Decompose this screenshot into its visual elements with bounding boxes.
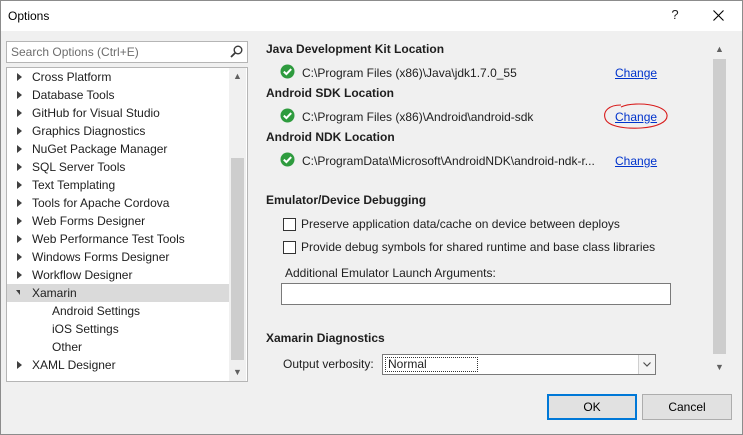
sdk-path: C:\Program Files (x86)\Android\android-s… (302, 110, 534, 124)
tree-item-label: XAML Designer (32, 358, 116, 372)
tree-item-label: Windows Forms Designer (32, 250, 170, 264)
tree-item-label: Text Templating (32, 178, 116, 192)
collapsed-arrow-icon[interactable] (17, 163, 22, 171)
collapsed-arrow-icon[interactable] (17, 199, 22, 207)
tree-item[interactable]: Text Templating (7, 176, 229, 194)
jdk-path: C:\Program Files (x86)\Java\jdk1.7.0_55 (302, 66, 517, 80)
check-circle-icon (280, 152, 295, 167)
tree-item-label: Other (52, 340, 83, 354)
tree-item-label: NuGet Package Manager (32, 142, 168, 156)
tree-item-label: Web Forms Designer (32, 214, 146, 228)
verbosity-value: Normal (385, 357, 478, 372)
tree-item-label: SQL Server Tools (32, 160, 126, 174)
emulator-args-label: Additional Emulator Launch Arguments: (285, 266, 496, 280)
ok-button[interactable]: OK (547, 394, 637, 420)
tree-item[interactable]: Database Tools (7, 86, 229, 104)
tree-item-label: Database Tools (32, 88, 115, 102)
close-icon (712, 10, 724, 21)
search-icon[interactable] (230, 45, 243, 61)
tree-item-label: Android Settings (52, 304, 141, 318)
collapsed-arrow-icon[interactable] (17, 271, 22, 279)
tree-scrollbar[interactable]: ▲ ▼ (229, 68, 246, 381)
tree-child-item[interactable]: Android Settings (7, 302, 229, 320)
annotation-circle (604, 103, 668, 129)
check-circle-icon (280, 64, 295, 79)
check-circle-icon (280, 108, 295, 123)
tree-item[interactable]: Web Forms Designer (7, 212, 229, 230)
tree-item-label: Tools for Apache Cordova (32, 196, 170, 210)
ndk-path: C:\ProgramData\Microsoft\AndroidNDK\andr… (302, 154, 595, 168)
debug-symbols-checkbox[interactable] (283, 241, 296, 254)
collapsed-arrow-icon[interactable] (17, 73, 22, 81)
window-title: Options (8, 9, 50, 23)
collapsed-arrow-icon[interactable] (17, 235, 22, 243)
ndk-heading: Android NDK Location (266, 130, 395, 144)
tree-item-label: Graphics Diagnostics (32, 124, 146, 138)
verbosity-label: Output verbosity: (283, 357, 374, 371)
tree-item-label: Workflow Designer (32, 268, 133, 282)
collapsed-arrow-icon[interactable] (17, 361, 22, 369)
help-button[interactable]: ? (665, 7, 685, 25)
chevron-down-icon (643, 362, 651, 367)
settings-panel: Java Development Kit Location C:\Program… (259, 35, 710, 380)
tree-item[interactable]: GitHub for Visual Studio (7, 104, 229, 122)
scroll-down-arrow-icon[interactable]: ▼ (711, 359, 728, 376)
collapsed-arrow-icon[interactable] (17, 145, 22, 153)
search-input[interactable] (7, 42, 225, 62)
tree-item-label: GitHub for Visual Studio (32, 106, 160, 120)
search-box (6, 41, 248, 63)
expanded-arrow-icon[interactable] (16, 290, 20, 295)
scroll-up-arrow-icon[interactable]: ▲ (229, 68, 246, 85)
collapsed-arrow-icon[interactable] (17, 109, 22, 117)
debug-symbols-label: Provide debug symbols for shared runtime… (301, 240, 656, 254)
scroll-thumb[interactable] (713, 59, 726, 354)
scroll-down-arrow-icon[interactable]: ▼ (229, 364, 246, 381)
preserve-data-label: Preserve application data/cache on devic… (301, 217, 620, 231)
tree-item[interactable]: Windows Forms Designer (7, 248, 229, 266)
dropdown-button[interactable] (638, 355, 655, 374)
tree-item[interactable]: Workflow Designer (7, 266, 229, 284)
verbosity-select[interactable]: Normal (382, 354, 656, 375)
title-bar: Options ? (1, 1, 742, 31)
jdk-change-link[interactable]: Change (615, 66, 657, 80)
ndk-change-link[interactable]: Change (615, 154, 657, 168)
options-dialog: Options ? Cross Platform Database Tools Gi… (0, 0, 743, 435)
tree-child-item[interactable]: iOS Settings (7, 320, 229, 338)
tree-child-item[interactable]: Other (7, 338, 229, 356)
scroll-up-arrow-icon[interactable]: ▲ (711, 41, 728, 58)
emulator-heading: Emulator/Device Debugging (266, 193, 427, 207)
tree-item[interactable]: Web Performance Test Tools (7, 230, 229, 248)
collapsed-arrow-icon[interactable] (17, 127, 22, 135)
collapsed-arrow-icon[interactable] (17, 253, 22, 261)
emulator-args-input[interactable] (281, 283, 671, 305)
jdk-heading: Java Development Kit Location (266, 42, 445, 56)
tree-item[interactable]: SQL Server Tools (7, 158, 229, 176)
tree-item-label: Cross Platform (32, 70, 112, 84)
collapsed-arrow-icon[interactable] (17, 91, 22, 99)
sdk-heading: Android SDK Location (266, 86, 394, 100)
scroll-thumb[interactable] (231, 158, 244, 360)
tree-item[interactable]: Tools for Apache Cordova (7, 194, 229, 212)
settings-scrollbar[interactable]: ▲ ▼ (711, 41, 728, 378)
tree-item-label: Xamarin (32, 286, 77, 300)
collapsed-arrow-icon[interactable] (17, 217, 22, 225)
tree-item[interactable]: XAML Designer (7, 356, 229, 374)
tree-item[interactable]: Graphics Diagnostics (7, 122, 229, 140)
tree-item[interactable]: Xamarin (7, 284, 229, 302)
tree-item-label: iOS Settings (52, 322, 119, 336)
tree-item[interactable]: NuGet Package Manager (7, 140, 229, 158)
collapsed-arrow-icon[interactable] (17, 181, 22, 189)
diagnostics-heading: Xamarin Diagnostics (266, 331, 385, 345)
tree-item[interactable]: Cross Platform (7, 68, 229, 86)
close-button[interactable] (705, 5, 731, 27)
preserve-data-checkbox[interactable] (283, 218, 296, 231)
options-tree: Cross Platform Database Tools GitHub for V… (6, 67, 248, 382)
cancel-button[interactable]: Cancel (642, 394, 732, 420)
tree-item-label: Web Performance Test Tools (32, 232, 185, 246)
